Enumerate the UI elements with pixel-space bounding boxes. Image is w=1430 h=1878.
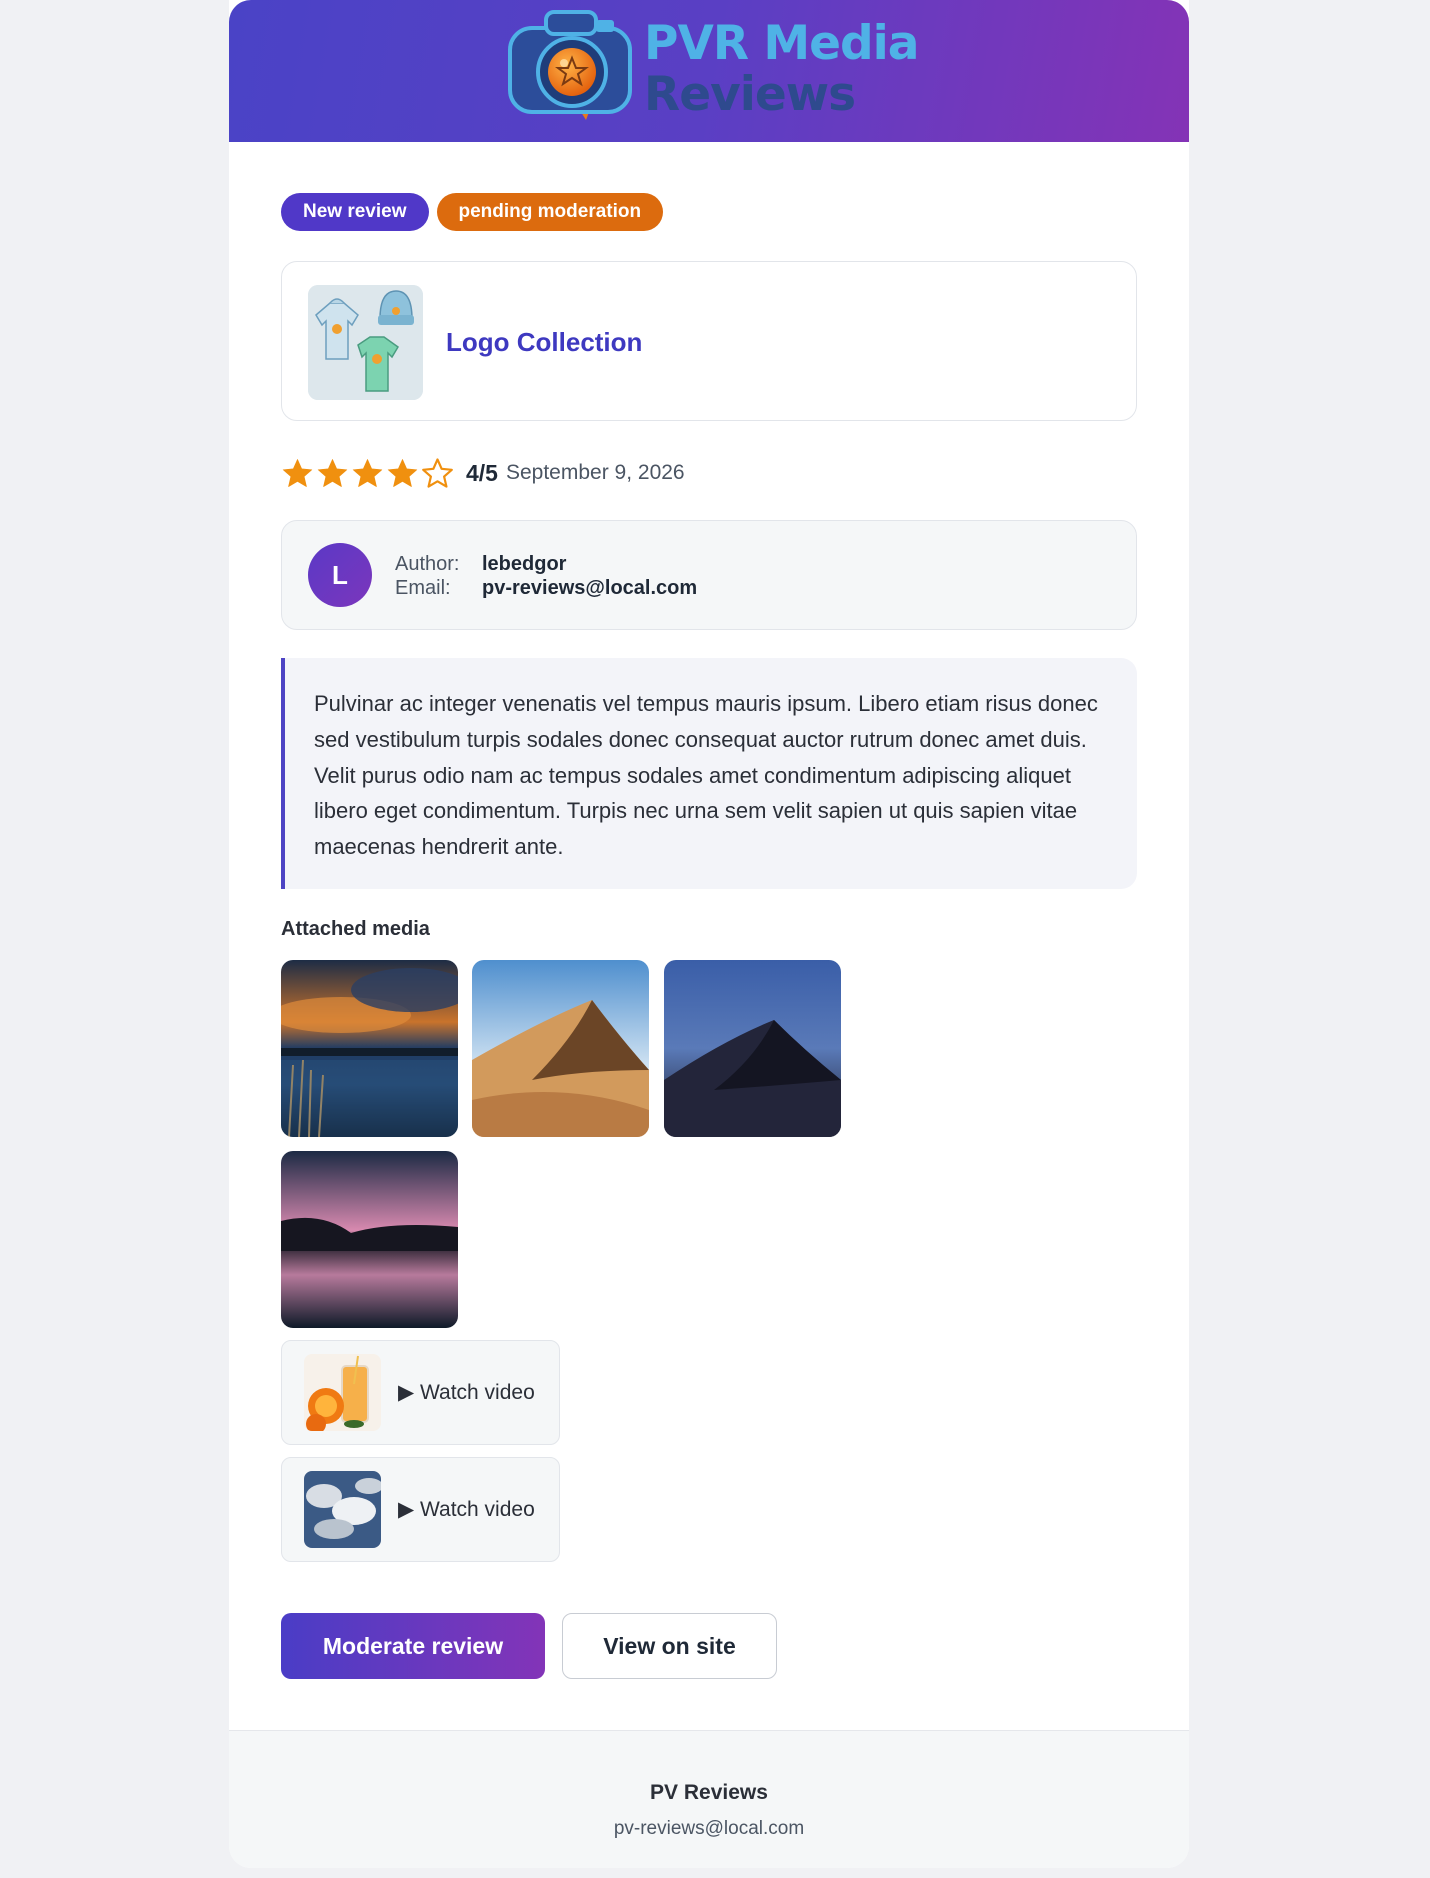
brand-logo: PVR Media Reviews [506,8,926,134]
header-banner: PVR Media Reviews [229,0,1189,142]
author-label: Author: [395,553,460,575]
review-text: Pulvinar ac integer venenatis vel tempus… [281,658,1137,889]
star-filled-icon [282,458,313,487]
star-rating [281,457,454,490]
brand-line-1: PVR Media [644,16,919,71]
star-filled-icon [387,458,418,487]
brand-line-2: Reviews [644,67,856,122]
video-thumbnail [304,1471,381,1548]
footer: PV Reviews pv-reviews@local.com [229,1730,1189,1868]
media-image-desert-night[interactable] [664,960,841,1137]
clouds-photo-icon [304,1471,381,1548]
media-image-desert-day[interactable] [472,960,649,1137]
apparel-image-icon [308,285,423,400]
media-image-storm-lake[interactable] [281,960,458,1137]
desert-night-photo-icon [664,960,841,1137]
watch-video-label[interactable]: ▶ Watch video [398,1341,535,1444]
video-item[interactable]: ▶ Watch video [281,1457,560,1562]
moderate-review-button[interactable]: Moderate review [281,1613,545,1679]
footer-email[interactable]: pv-reviews@local.com [229,1818,1189,1840]
landscape-photo-icon [281,960,458,1137]
author-meta: Author: lebedgor Email: pv-reviews@local… [395,552,697,600]
email-label: Email: [395,577,451,599]
author-email: pv-reviews@local.com [482,577,698,599]
video-item[interactable]: ▶ Watch video [281,1340,560,1445]
avatar: L [308,543,372,607]
review-date: September 9, 2026 [505,461,685,484]
star-filled-icon [317,458,348,487]
product-card[interactable]: Logo Collection [281,261,1137,421]
email-card: PVR Media Reviews New review pending mod… [229,0,1189,1868]
lake-photo-icon [281,1151,458,1328]
badge-row: New review pending moderation [281,193,664,231]
brand-wordmark: PVR Media Reviews [644,18,919,120]
rating-row: 4/5 September 9, 2026 [281,453,685,493]
view-on-site-button[interactable]: View on site [562,1613,777,1679]
product-title-link[interactable]: Logo Collection [446,262,642,422]
video-thumbnail [304,1354,381,1431]
author-name: lebedgor [482,553,567,575]
star-filled-icon [352,458,383,487]
orange-juice-photo-icon [304,1354,381,1431]
desert-photo-icon [472,960,649,1137]
new-review-badge: New review [281,193,429,231]
product-thumbnail [308,285,423,400]
author-card: L Author: lebedgor Email: pv-reviews@loc… [281,520,1137,630]
star-empty-icon [422,457,453,488]
status-badge: pending moderation [436,193,664,231]
media-section-title: Attached media [281,918,430,940]
footer-brand-name: PV Reviews [650,1781,768,1804]
media-image-lake-sunset[interactable] [281,1151,458,1328]
watch-video-label[interactable]: ▶ Watch video [398,1458,535,1561]
rating-score: 4/5 [466,459,498,486]
camera-logo-icon [508,10,632,120]
